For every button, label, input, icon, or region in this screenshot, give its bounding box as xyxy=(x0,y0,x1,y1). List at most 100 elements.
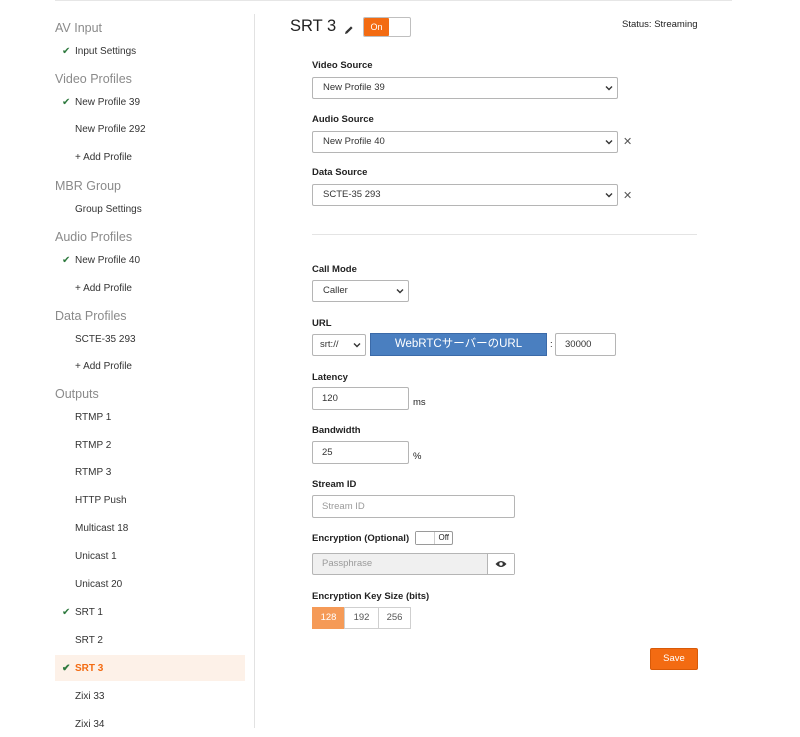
call-mode-label: Call Mode xyxy=(312,264,357,275)
sidebar-item-srt-3[interactable]: ✔ SRT 3 xyxy=(55,655,245,681)
sidebar-item-rtmp-1[interactable]: RTMP 1 xyxy=(55,404,245,430)
status-text: Status: Streaming xyxy=(622,19,698,30)
sidebar-item-srt-2[interactable]: SRT 2 xyxy=(55,627,245,653)
video-source-value: New Profile 39 xyxy=(323,82,385,93)
url-port-input[interactable]: 30000 xyxy=(555,333,616,356)
data-source-select[interactable]: SCTE-35 293 xyxy=(312,184,618,206)
chevron-down-icon xyxy=(396,289,404,294)
sidebar-item-label: New Profile 39 xyxy=(75,96,141,108)
sidebar-item-label: Zixi 33 xyxy=(75,690,105,702)
bandwidth-unit: % xyxy=(413,451,422,462)
chevron-down-icon xyxy=(605,140,613,145)
call-mode-value: Caller xyxy=(323,285,348,296)
url-protocol-select[interactable]: srt:// xyxy=(312,334,366,356)
clear-data-source-icon[interactable]: ✕ xyxy=(623,189,632,202)
sidebar-item-label: + Add Profile xyxy=(75,282,132,294)
sidebar-item-label: + Add Profile xyxy=(75,151,132,163)
call-mode-select[interactable]: Caller xyxy=(312,280,409,302)
section-outputs: Outputs xyxy=(55,387,99,401)
page-title: SRT 3 xyxy=(290,17,337,35)
sidebar-item-unicast-1[interactable]: Unicast 1 xyxy=(55,543,245,569)
output-enable-toggle[interactable]: On xyxy=(363,17,411,37)
sidebar-item-label: Unicast 20 xyxy=(75,578,123,590)
sidebar-item-label: SCTE-35 293 xyxy=(75,333,136,345)
sidebar-item-label: Input Settings xyxy=(75,45,137,57)
sidebar-item-input-settings[interactable]: ✔ Input Settings xyxy=(55,38,245,64)
data-source-value: SCTE-35 293 xyxy=(323,189,381,200)
sidebar-item-zixi-34[interactable]: Zixi 34 xyxy=(55,711,245,737)
sidebar-item-label: New Profile 40 xyxy=(75,254,141,266)
passphrase-field[interactable]: Passphrase xyxy=(312,553,515,575)
sidebar-item-unicast-20[interactable]: Unicast 20 xyxy=(55,571,245,597)
clear-audio-source-icon[interactable]: ✕ xyxy=(623,135,632,148)
key-size-option-192[interactable]: 192 xyxy=(344,607,379,629)
key-size-option-128[interactable]: 128 xyxy=(312,607,345,629)
key-size-label: Encryption Key Size (bits) xyxy=(312,591,430,602)
sidebar-item-label: SRT 1 xyxy=(75,606,103,618)
sidebar-item-multicast-18[interactable]: Multicast 18 xyxy=(55,515,245,541)
sidebar-item-label: HTTP Push xyxy=(75,494,127,506)
url-port-separator: : xyxy=(550,339,553,350)
eye-icon[interactable] xyxy=(487,554,514,574)
sidebar-item-rtmp-3[interactable]: RTMP 3 xyxy=(55,459,245,485)
sidebar-item-label: RTMP 3 xyxy=(75,466,112,478)
check-icon: ✔ xyxy=(62,606,71,618)
audio-source-select[interactable]: New Profile 40 xyxy=(312,131,618,153)
toggle-off-label: Off xyxy=(438,533,449,542)
sidebar-item-new-profile-39[interactable]: ✔ New Profile 39 xyxy=(55,89,245,115)
sidebar-divider xyxy=(254,14,255,728)
stream-id-label: Stream ID xyxy=(312,479,357,490)
sidebar-item-label: Group Settings xyxy=(75,203,142,215)
save-button[interactable]: Save xyxy=(650,648,698,670)
check-icon: ✔ xyxy=(62,45,71,57)
sidebar-item-label: RTMP 2 xyxy=(75,439,112,451)
section-audio-profiles: Audio Profiles xyxy=(55,230,133,244)
sidebar-item-new-profile-292[interactable]: New Profile 292 xyxy=(55,116,245,142)
section-video-profiles: Video Profiles xyxy=(55,72,132,86)
audio-source-value: New Profile 40 xyxy=(323,136,385,147)
sidebar-item-add-audio-profile[interactable]: + Add Profile xyxy=(55,275,245,301)
sidebar-item-label: New Profile 292 xyxy=(75,123,146,135)
url-protocol-value: srt:// xyxy=(320,339,339,350)
bandwidth-input[interactable]: 25 xyxy=(312,441,409,464)
chevron-down-icon xyxy=(353,343,361,348)
sidebar-item-label: RTMP 1 xyxy=(75,411,112,423)
sidebar-item-add-data-profile[interactable]: + Add Profile xyxy=(55,353,245,379)
check-icon: ✔ xyxy=(62,662,71,674)
url-label: URL xyxy=(312,318,332,329)
encryption-toggle[interactable]: Off xyxy=(415,531,453,545)
section-data-profiles: Data Profiles xyxy=(55,309,127,323)
sidebar-item-label: Unicast 1 xyxy=(75,550,117,562)
audio-source-label: Audio Source xyxy=(312,114,374,125)
pencil-icon[interactable] xyxy=(344,22,354,34)
check-icon: ✔ xyxy=(62,96,71,108)
chevron-down-icon xyxy=(605,86,613,91)
sidebar-item-rtmp-2[interactable]: RTMP 2 xyxy=(55,432,245,458)
bandwidth-label: Bandwidth xyxy=(312,425,361,436)
data-source-label: Data Source xyxy=(312,167,368,178)
sidebar-item-group-settings[interactable]: Group Settings xyxy=(55,196,245,222)
sidebar-item-zixi-33[interactable]: Zixi 33 xyxy=(55,683,245,709)
url-host-input[interactable]: WebRTCサーバーのURL xyxy=(370,333,547,356)
sidebar-item-new-profile-40[interactable]: ✔ New Profile 40 xyxy=(55,247,245,273)
sidebar-item-label: + Add Profile xyxy=(75,360,132,372)
section-av-input: AV Input xyxy=(55,21,103,35)
sidebar-item-label: SRT 3 xyxy=(75,662,104,674)
chevron-down-icon xyxy=(605,193,613,198)
section-mbr-group: MBR Group xyxy=(55,179,121,193)
sidebar-item-srt-1[interactable]: ✔ SRT 1 xyxy=(55,599,245,625)
stream-id-input[interactable]: Stream ID xyxy=(312,495,515,518)
video-source-select[interactable]: New Profile 39 xyxy=(312,77,618,99)
latency-label: Latency xyxy=(312,372,348,383)
section-divider xyxy=(312,234,697,235)
latency-unit: ms xyxy=(413,397,426,408)
toggle-knob xyxy=(416,532,435,544)
toggle-on-label: On xyxy=(364,18,389,36)
latency-input[interactable]: 120 xyxy=(312,387,409,410)
sidebar-item-label: Multicast 18 xyxy=(75,522,129,534)
sidebar-item-add-video-profile[interactable]: + Add Profile xyxy=(55,144,245,170)
key-size-option-256[interactable]: 256 xyxy=(378,607,411,629)
encryption-label: Encryption (Optional) xyxy=(312,533,410,544)
sidebar-item-http-push[interactable]: HTTP Push xyxy=(55,487,245,513)
sidebar-item-scte-35-293[interactable]: SCTE-35 293 xyxy=(55,326,245,352)
